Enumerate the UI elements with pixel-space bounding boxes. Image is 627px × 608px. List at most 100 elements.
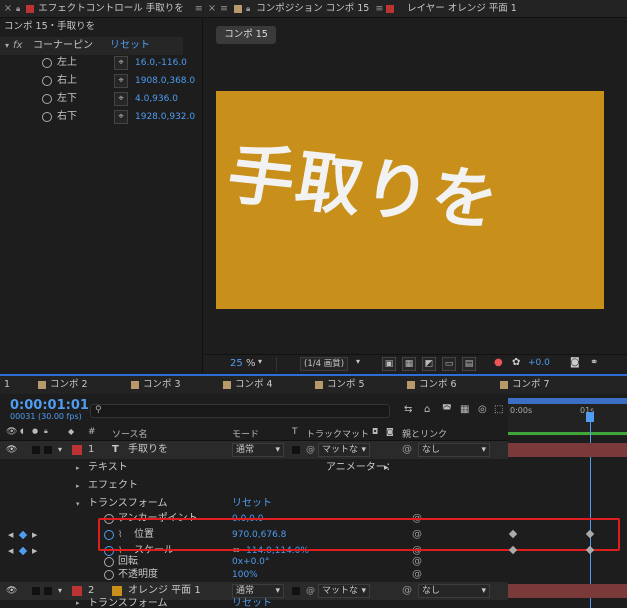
expand-arrow-icon[interactable]: ▾ [5, 37, 9, 55]
parent-dropdown[interactable]: なし ▾ [418, 584, 490, 598]
work-area-bar[interactable] [508, 398, 627, 404]
timeline-tab[interactable]: 1 [4, 376, 10, 394]
stopwatch-icon[interactable] [42, 112, 52, 122]
animator-add-icon[interactable]: ▸ [384, 459, 389, 477]
color-management-icon[interactable]: ✿ [512, 357, 520, 368]
expand-arrow-icon[interactable]: ▸ [76, 597, 80, 608]
expression-pickwhip-icon[interactable]: @ [412, 567, 422, 583]
lock-box[interactable] [44, 446, 52, 454]
blend-mode-value: 通常 [236, 586, 255, 596]
timeline-tab[interactable]: コンポ 2 [38, 376, 88, 394]
playhead-handle[interactable] [586, 412, 594, 422]
timeline-tab[interactable]: コンポ 6 [407, 376, 457, 394]
zoom-value[interactable]: 25 [230, 358, 243, 369]
draft-3d-icon[interactable]: ⌂ [424, 404, 430, 415]
search-input[interactable]: ⚲ [90, 404, 390, 418]
panel-menu-icon[interactable]: ≡ [220, 3, 228, 14]
crosshair-icon[interactable]: ⌖ [114, 92, 128, 106]
chevron-down-icon[interactable]: ▾ [356, 357, 360, 366]
timeline-tab[interactable]: コンポ 4 [223, 376, 273, 394]
param-value[interactable]: 1908.0,368.0 [135, 72, 195, 90]
zoom-dropdown-icon[interactable]: ▾ [258, 357, 262, 366]
layer-color-swatch [386, 4, 394, 13]
blend-mode-dropdown[interactable]: 通常 ▾ [232, 584, 284, 598]
close-icon[interactable]: × [4, 3, 12, 14]
grid-icon[interactable]: ▤ [462, 357, 476, 371]
label-color-swatch[interactable] [72, 445, 82, 455]
param-value[interactable]: 16.0,-116.0 [135, 54, 187, 72]
preserve-transparency-box[interactable] [292, 446, 300, 454]
stopwatch-icon[interactable] [104, 557, 114, 567]
timeline-tab[interactable]: コンポ 3 [131, 376, 181, 394]
col-source-name[interactable]: ソース名 [112, 427, 148, 440]
collapse-arrow-icon[interactable]: ▾ [58, 441, 62, 459]
close-icon[interactable]: × [208, 3, 216, 14]
blend-mode-dropdown[interactable]: 通常 ▾ [232, 443, 284, 457]
comp-breadcrumb-button[interactable]: コンポ 15 [216, 26, 276, 44]
param-value[interactable]: 4.0,936.0 [135, 90, 178, 108]
layer-row[interactable]: 👁︎ ▾ 1 T 手取りを 通常 ▾ @ マットな ▾ @ なし ▾ [0, 441, 508, 459]
motion-blur-icon[interactable]: ◎ [478, 404, 487, 415]
show-snapshot-icon[interactable]: ⚭ [590, 357, 598, 368]
column-headers: 👁︎ ◖ ● 🔒︎ ◆ # ソース名 モード T トラックマット ◘ ◙ 親とリ… [0, 427, 508, 441]
lock-icon[interactable]: 🔒︎ [16, 4, 20, 13]
effect-reset-link[interactable]: リセット [110, 37, 150, 55]
shy-layers-icon[interactable]: ◚ [442, 404, 452, 415]
view-options-icon[interactable]: ▭ [442, 357, 456, 371]
mask-visibility-icon[interactable]: ◩ [422, 357, 436, 371]
transparency-grid-icon[interactable]: ▦ [402, 357, 416, 371]
crosshair-icon[interactable]: ⌖ [114, 56, 128, 70]
preserve-transparency-box[interactable] [292, 587, 300, 595]
param-value[interactable]: 1928.0,932.0 [135, 108, 195, 126]
stopwatch-icon[interactable] [42, 76, 52, 86]
stopwatch-icon[interactable] [42, 58, 52, 68]
trackmatte-dropdown[interactable]: マットな ▾ [318, 443, 370, 457]
region-of-interest-icon[interactable]: ▣ [382, 357, 396, 371]
keyframe-toggle-icon[interactable] [18, 530, 28, 540]
eye-icon[interactable]: 👁︎ [6, 441, 17, 459]
solo-box[interactable] [32, 587, 40, 595]
layer-duration-bar[interactable] [508, 584, 627, 598]
layer-name[interactable]: 手取りを [128, 441, 168, 459]
snapshot-camera-icon[interactable]: ◙ [570, 357, 580, 368]
timecode[interactable]: 0:00:01:01 [10, 398, 89, 413]
label-color-swatch[interactable] [72, 586, 82, 596]
param-row: 右下 ⌖ 1928.0,932.0 [0, 108, 195, 126]
lock-icon[interactable]: 🔒︎ [246, 4, 250, 13]
composition-mini-flowchart-icon[interactable]: ⇆ [404, 404, 412, 415]
layer-tab[interactable]: レイヤー オレンジ 平面 1 [386, 0, 517, 18]
effect-controls-tab[interactable]: × 🔒︎ エフェクトコントロール 手取りを ≡ [4, 0, 203, 18]
expand-arrow-icon[interactable]: ▸ [76, 477, 80, 495]
resolution-dropdown[interactable]: (1/4 画質) [300, 357, 349, 371]
transform-reset-link[interactable]: リセット [232, 597, 272, 608]
stopwatch-icon[interactable] [104, 570, 114, 580]
solo-box[interactable] [32, 446, 40, 454]
composition-tab[interactable]: × ≡ 🔒︎ コンポジション コンポ 15 ≡ [208, 0, 383, 18]
stopwatch-icon[interactable] [42, 94, 52, 104]
timeline-tab[interactable]: コンポ 5 [315, 376, 365, 394]
pickwhip-icon[interactable]: @ [402, 441, 412, 459]
color-channel-icon[interactable]: ● [494, 357, 503, 368]
composition-preview[interactable]: 手取りを [216, 91, 604, 309]
fx-toggle-icon[interactable]: fx [13, 37, 22, 55]
param-name: 右下 [57, 111, 77, 122]
layer-duration-bar[interactable] [508, 443, 627, 457]
timeline-tab[interactable]: コンポ 7 [500, 376, 550, 394]
panel-menu-icon[interactable]: ≡ [195, 3, 203, 14]
frame-blending-icon[interactable]: ▦ [460, 404, 469, 415]
trackmatte-dropdown[interactable]: マットな ▾ [318, 584, 370, 598]
exposure-value[interactable]: +0.0 [528, 358, 550, 368]
crosshair-icon[interactable]: ⌖ [114, 74, 128, 88]
param-name: 左下 [57, 93, 77, 104]
parent-dropdown[interactable]: なし ▾ [418, 443, 490, 457]
layer-number: 1 [88, 444, 95, 455]
time-ruler[interactable]: 0:00s 01s [508, 398, 627, 436]
panel-menu-icon[interactable]: ≡ [375, 3, 383, 14]
link-icon[interactable]: @ [306, 441, 315, 459]
lock-box[interactable] [44, 587, 52, 595]
expand-arrow-icon[interactable]: ▸ [76, 459, 80, 477]
property-value[interactable]: 100% [232, 567, 258, 583]
crosshair-icon[interactable]: ⌖ [114, 110, 128, 124]
keyframe-toggle-icon[interactable] [18, 546, 28, 556]
graph-editor-icon[interactable]: ⬚ [494, 404, 503, 415]
